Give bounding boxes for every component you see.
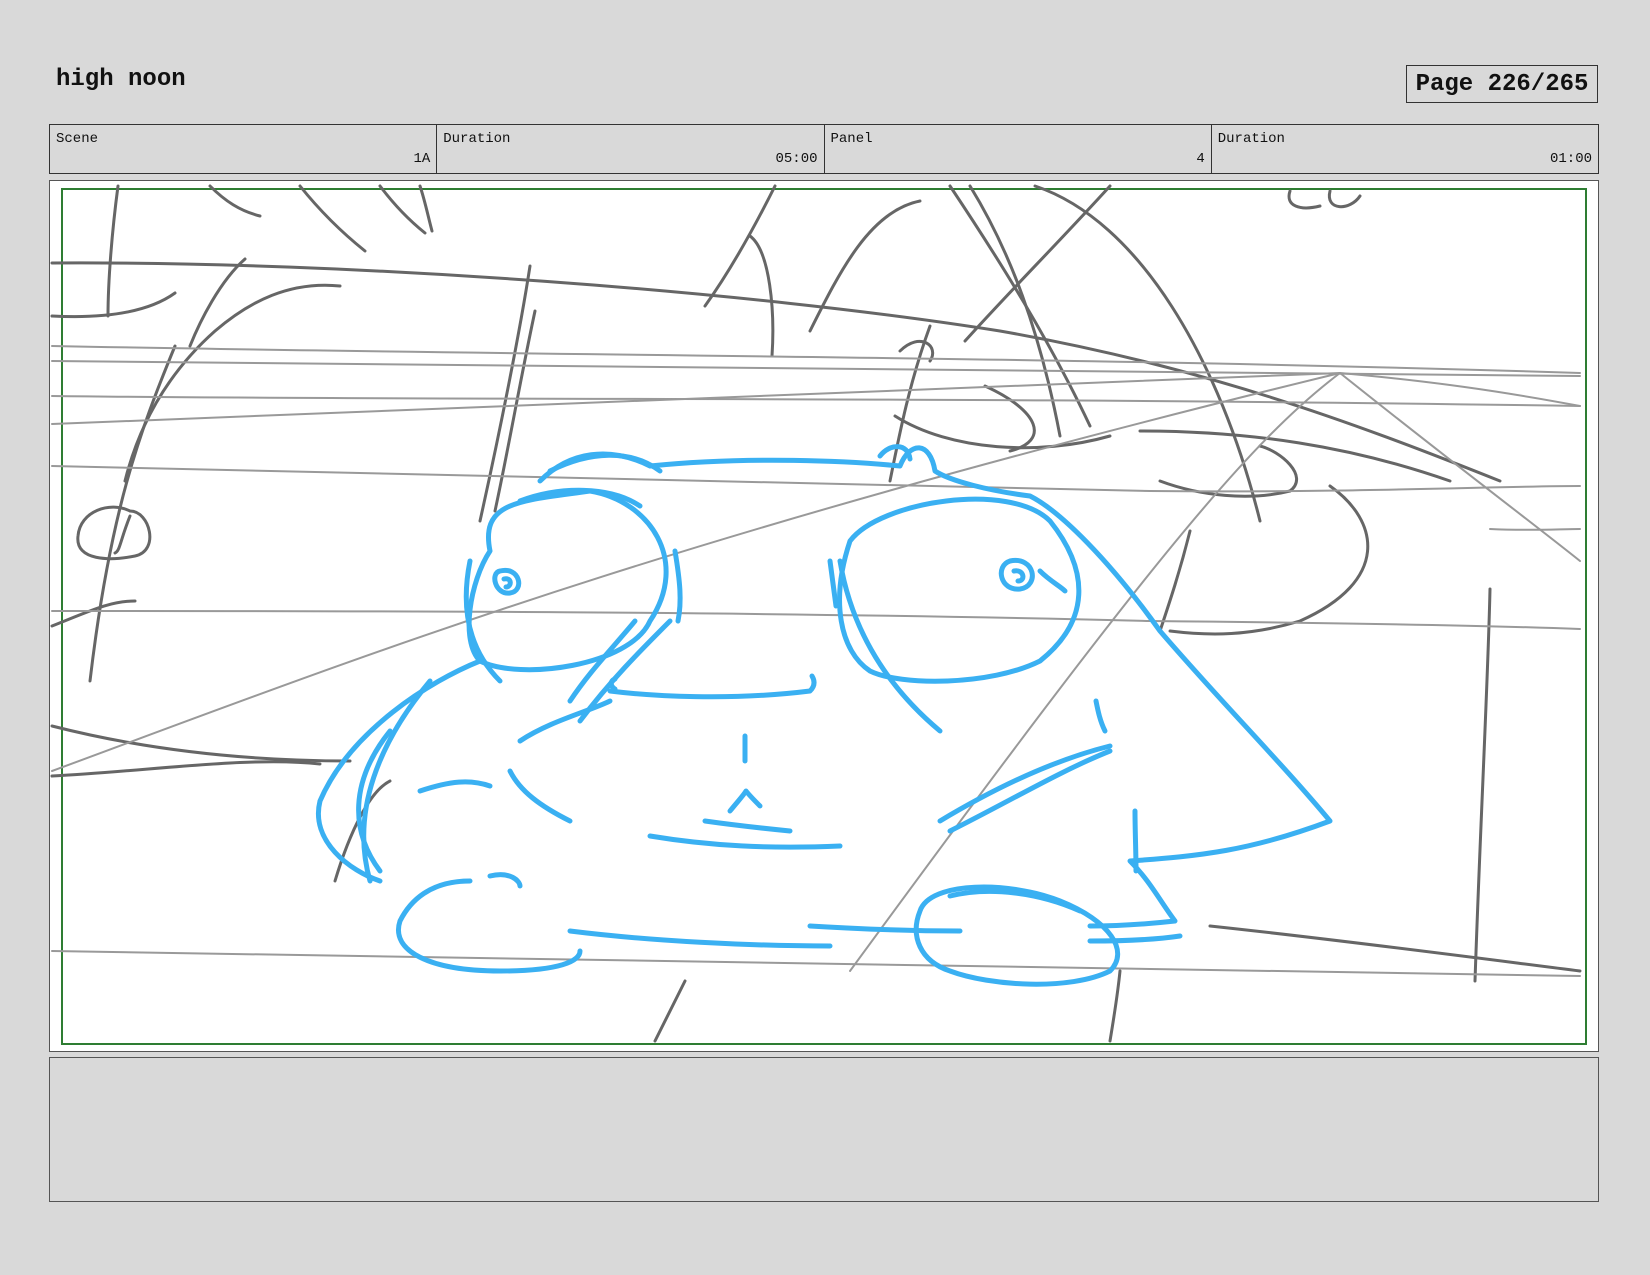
panel-label: Panel [830,131,873,147]
panel-sketch [50,184,1587,1045]
background-roughs [50,184,1582,1043]
panel-duration-value: 01:00 [1549,151,1592,167]
page-counter: Page 226/265 [1406,65,1598,103]
scene-duration-label: Duration [443,131,511,147]
scene-cell: Scene 1A [50,125,438,173]
panel-duration-cell: Duration 01:00 [1212,125,1598,173]
character-sketch [316,444,1333,987]
safe-frame [61,188,1587,1045]
panel-value: 4 [1196,151,1205,167]
panel-duration-label: Duration [1217,131,1285,147]
scene-duration-cell: Duration 05:00 [437,125,825,173]
panel-info-row: Scene 1A Duration 05:00 Panel 4 Duration… [49,124,1599,174]
storyboard-title: high noon [56,66,186,93]
scene-duration-value: 05:00 [775,151,818,167]
storyboard-panel [49,180,1599,1052]
scene-label: Scene [56,131,99,147]
perspective-lines [51,345,1581,977]
scene-value: 1A [413,151,431,167]
panel-cell: Panel 4 [825,125,1212,173]
panel-notes-box[interactable] [49,1057,1599,1202]
